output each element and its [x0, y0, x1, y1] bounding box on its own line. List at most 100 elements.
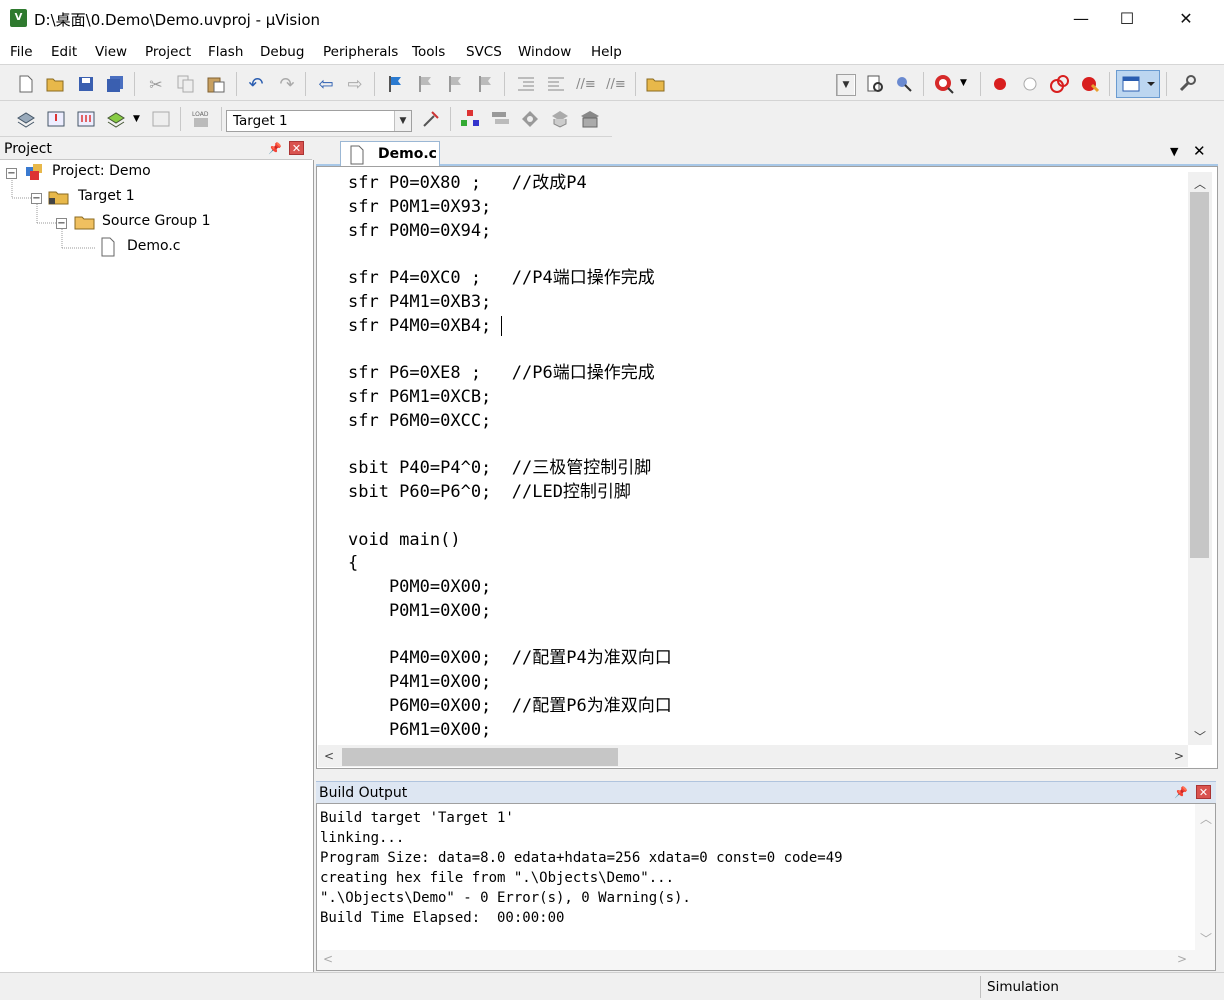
pin-icon[interactable]: 📌	[1174, 786, 1188, 799]
debug-session-icon[interactable]	[933, 73, 955, 95]
comment-icon[interactable]: //≡	[575, 73, 597, 95]
menu-peripherals[interactable]: Peripherals	[323, 44, 398, 60]
target-select[interactable]: Target 1 ▼	[226, 110, 412, 132]
rebuild-icon[interactable]	[75, 108, 97, 130]
toolbar-separator	[1109, 72, 1110, 96]
find-in-files-icon[interactable]	[645, 73, 667, 95]
build-output-pane[interactable]: Build target 'Target 1' linking... Progr…	[316, 803, 1216, 971]
code-line: P4M0=0X00; //配置P4为准双向口	[348, 648, 672, 668]
uvision-app-icon[interactable]: V	[10, 9, 27, 27]
paste-icon[interactable]	[205, 73, 227, 95]
menu-edit[interactable]: Edit	[51, 44, 77, 60]
scroll-left-arrow-icon[interactable]: <	[323, 952, 333, 966]
menu-view[interactable]: View	[95, 44, 127, 60]
cut-icon[interactable]: ✂	[145, 73, 167, 95]
navigate-back-icon[interactable]: ⇦	[315, 73, 337, 95]
configure-wrench-icon[interactable]	[1176, 73, 1198, 95]
close-project-panel-button[interactable]: ✕	[289, 141, 304, 155]
project-root-label[interactable]: Project: Demo	[52, 163, 151, 179]
close-build-output-button[interactable]: ✕	[1196, 785, 1211, 799]
indent-icon[interactable]	[515, 73, 537, 95]
scroll-right-arrow-icon[interactable]: >	[1174, 749, 1184, 763]
scroll-right-arrow-icon[interactable]: >	[1177, 952, 1187, 966]
chevron-down-icon: ▼	[837, 75, 854, 95]
scroll-down-arrow-icon[interactable]: ﹀	[1194, 728, 1206, 745]
window-layout-button[interactable]	[1116, 70, 1160, 98]
select-packs-icon[interactable]	[489, 108, 511, 130]
stop-build-icon[interactable]	[150, 108, 172, 130]
menu-svcs[interactable]: SVCS	[466, 44, 502, 60]
open-file-icon[interactable]	[45, 73, 67, 95]
menu-window[interactable]: Window	[518, 44, 571, 60]
file-demo-c[interactable]: Demo.c	[127, 238, 181, 254]
scroll-left-arrow-icon[interactable]: <	[324, 749, 334, 763]
unindent-icon[interactable]	[545, 73, 567, 95]
project-panel-title: Project	[4, 141, 52, 157]
code-line: sfr P6M0=0XCC;	[348, 411, 492, 431]
menu-project[interactable]: Project	[145, 44, 191, 60]
uncomment-icon[interactable]: //≡	[605, 73, 627, 95]
tab-demo-c[interactable]: Demo.c	[340, 141, 440, 167]
close-tab-icon[interactable]: ✕	[1193, 142, 1206, 160]
find-combo[interactable]: ▼	[836, 74, 856, 96]
disable-breakpoints-icon[interactable]	[1049, 73, 1071, 95]
target-label[interactable]: Target 1	[78, 188, 135, 204]
pack-installer-2-icon[interactable]	[579, 108, 601, 130]
kill-breakpoints-icon[interactable]	[1079, 73, 1101, 95]
code-line-current: sfr P4M0=0XB4;	[348, 316, 492, 336]
menu-debug[interactable]: Debug	[260, 44, 304, 60]
insert-breakpoint-icon[interactable]	[989, 73, 1011, 95]
tab-label: Demo.c	[378, 146, 437, 162]
pin-icon[interactable]: 📌	[268, 142, 282, 155]
code-editor[interactable]: sfr P0=0X80 ; //改成P4 sfr P0M1=0X93; sfr …	[318, 168, 1188, 745]
output-horizontal-scrollbar[interactable]	[317, 950, 1215, 970]
maximize-button[interactable]: ☐	[1104, 0, 1150, 38]
find-icon[interactable]	[864, 73, 886, 95]
pack-installer-icon[interactable]	[549, 108, 571, 130]
tab-list-dropdown-icon[interactable]: ▼	[1170, 145, 1178, 158]
undo-icon[interactable]: ↶	[245, 73, 267, 95]
collapse-group-toggle[interactable]: −	[56, 218, 67, 229]
c-file-icon	[100, 237, 116, 261]
code-line: void main()	[348, 530, 461, 550]
batch-build-icon[interactable]	[105, 108, 127, 130]
next-bookmark-icon[interactable]	[444, 73, 466, 95]
source-group-label[interactable]: Source Group 1	[102, 213, 211, 229]
output-line: ".\Objects\Demo" - 0 Error(s), 0 Warning…	[320, 890, 691, 906]
navigate-forward-icon[interactable]: ⇨	[344, 73, 366, 95]
collapse-target-toggle[interactable]: −	[31, 193, 42, 204]
chevron-down-icon[interactable]: ▼	[133, 114, 140, 124]
scroll-up-arrow-icon[interactable]: ︿	[1194, 175, 1206, 192]
scroll-up-arrow-icon[interactable]: ︿	[1200, 810, 1212, 827]
redo-icon[interactable]: ↷	[276, 73, 298, 95]
toolbar-separator	[134, 72, 135, 96]
vertical-scroll-thumb[interactable]	[1190, 192, 1209, 558]
horizontal-scroll-thumb[interactable]	[342, 748, 618, 766]
toolbar-separator	[504, 72, 505, 96]
prev-bookmark-icon[interactable]	[414, 73, 436, 95]
menu-help[interactable]: Help	[591, 44, 622, 60]
close-window-button[interactable]: ✕	[1163, 0, 1209, 38]
target-options-icon[interactable]	[420, 108, 442, 130]
code-line: P0M1=0X00;	[348, 601, 492, 621]
manage-rte-icon[interactable]	[519, 108, 541, 130]
menu-flash[interactable]: Flash	[208, 44, 243, 60]
menu-file[interactable]: File	[10, 44, 33, 60]
save-all-icon[interactable]	[104, 73, 126, 95]
minimize-button[interactable]: —	[1058, 0, 1104, 38]
copy-icon[interactable]	[175, 73, 197, 95]
build-icon[interactable]	[45, 108, 67, 130]
manage-project-items-icon[interactable]	[459, 108, 481, 130]
download-load-icon[interactable]: LOAD	[190, 108, 212, 130]
clear-bookmarks-icon[interactable]	[474, 73, 496, 95]
collapse-project-toggle[interactable]: −	[6, 168, 17, 179]
enable-breakpoint-icon[interactable]	[1019, 73, 1041, 95]
save-icon[interactable]	[75, 73, 97, 95]
new-file-icon[interactable]	[15, 73, 37, 95]
incremental-find-icon[interactable]	[893, 73, 915, 95]
menu-tools[interactable]: Tools	[412, 44, 445, 60]
chevron-down-icon[interactable]: ▼	[960, 78, 967, 88]
scroll-down-arrow-icon[interactable]: ﹀	[1200, 930, 1212, 947]
translate-icon[interactable]	[15, 108, 37, 130]
bookmark-icon[interactable]	[384, 73, 406, 95]
